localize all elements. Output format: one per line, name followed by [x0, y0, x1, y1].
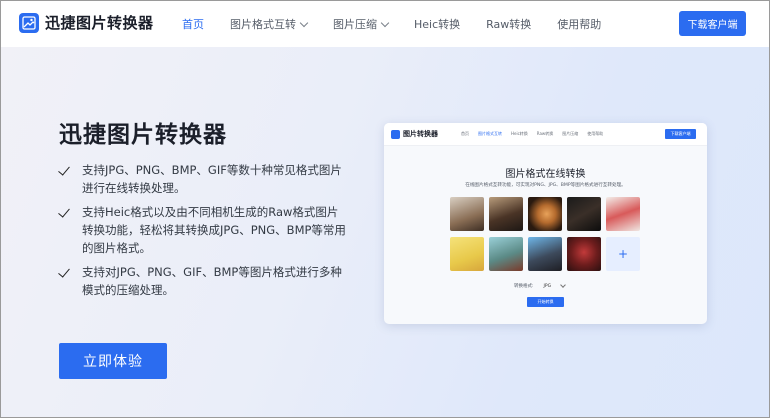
nav-item-home[interactable]: 首页: [182, 16, 204, 32]
feature-text: 支持Heic格式以及由不同相机生成的Raw格式图片转换功能，轻松将其转换成JPG…: [82, 205, 346, 255]
format-label: 转换格式:: [514, 284, 534, 289]
preview-nav-item: 使用帮助: [587, 131, 604, 136]
check-icon: [58, 163, 70, 176]
chevron-down-icon: [299, 18, 309, 27]
preview-logo-icon: [391, 129, 400, 139]
add-image-icon: +: [606, 237, 640, 271]
nav-item-format-convert[interactable]: 图片格式互转: [230, 16, 309, 32]
chevron-down-icon: [560, 282, 566, 288]
photo-thumbnail: [489, 237, 523, 271]
top-header: 迅捷图片转换器 首页 图片格式互转 图片压缩 Heic转换 Raw转换 使用帮助…: [1, 1, 769, 47]
feature-item: 支持对JPG、PNG、GIF、BMP等图片格式进行多种模式的压缩处理。: [58, 263, 349, 299]
preview-format-select: 转换格式: JPG: [514, 282, 566, 289]
photo-thumbnail: [450, 197, 484, 231]
hero-title: 迅捷图片转换器: [59, 122, 227, 148]
preview-logo: 图片转换器: [391, 129, 438, 139]
feature-list: 支持JPG、PNG、BMP、GIF等数十种常见格式图片进行在线转换处理。 支持H…: [58, 161, 349, 305]
photo-thumbnail: [528, 237, 562, 271]
feature-text: 支持对JPG、PNG、GIF、BMP等图片格式进行多种模式的压缩处理。: [82, 265, 342, 297]
nav-label: Raw转换: [486, 18, 532, 31]
nav-item-compress[interactable]: 图片压缩: [333, 16, 390, 32]
try-now-button[interactable]: 立即体验: [59, 343, 167, 379]
preview-download-button: 下载客户端: [665, 129, 696, 139]
preview-nav-item: Raw转换: [536, 131, 554, 136]
preview-nav-item: Heic转换: [511, 131, 528, 136]
check-icon: [58, 265, 70, 278]
photo-thumbnail: [567, 197, 601, 231]
chevron-down-icon: [380, 18, 390, 27]
preview-nav-item: 图片格式互转: [478, 131, 502, 136]
download-client-button[interactable]: 下载客户端: [679, 11, 746, 36]
app-preview-screenshot: 图片转换器 首页 图片格式互转 Heic转换 Raw转换 图片压缩 使用帮助 下…: [384, 123, 707, 324]
logo-text: 迅捷图片转换器: [45, 14, 154, 32]
logo-image-icon: [19, 12, 39, 33]
preview-header: 图片转换器 首页 图片格式互转 Heic转换 Raw转换 图片压缩 使用帮助 下…: [384, 123, 707, 146]
page-frame: 迅捷图片转换器 首页 图片格式互转 图片压缩 Heic转换 Raw转换 使用帮助…: [0, 0, 770, 418]
photo-thumbnail: [528, 197, 562, 231]
preview-subtitle: 在线图片格式互转功能，可实现对PNG、JPG、BMP等图片格式进行互转处理。: [465, 183, 626, 188]
nav-label: 使用帮助: [557, 18, 602, 31]
preview-start-button: 开始转换: [527, 297, 564, 307]
nav-item-help[interactable]: 使用帮助: [557, 16, 601, 32]
preview-nav-item: 首页: [461, 131, 469, 136]
main-nav: 首页 图片格式互转 图片压缩 Heic转换 Raw转换 使用帮助: [182, 16, 627, 32]
nav-label: 图片压缩: [333, 18, 377, 31]
feature-item: 支持Heic格式以及由不同相机生成的Raw格式图片转换功能，轻松将其转换成JPG…: [58, 203, 349, 257]
feature-item: 支持JPG、PNG、BMP、GIF等数十种常见格式图片进行在线转换处理。: [58, 161, 349, 197]
nav-label: 图片格式互转: [230, 18, 296, 31]
photo-thumbnail: [606, 197, 640, 231]
nav-label: Heic转换: [414, 18, 461, 31]
photo-thumbnail: [450, 237, 484, 271]
photo-thumbnail: [489, 197, 523, 231]
nav-item-raw[interactable]: Raw转换: [486, 16, 531, 32]
preview-nav-item: 图片压缩: [562, 131, 579, 136]
hero-section: 迅捷图片转换器 支持JPG、PNG、BMP、GIF等数十种常见格式图片进行在线转…: [1, 47, 769, 417]
photo-thumbnail: [567, 237, 601, 271]
nav-item-heic[interactable]: Heic转换: [414, 16, 460, 32]
site-logo[interactable]: 迅捷图片转换器: [19, 12, 154, 33]
check-icon: [58, 205, 70, 218]
preview-logo-text: 图片转换器: [403, 130, 438, 138]
preview-nav: 首页 图片格式互转 Heic转换 Raw转换 图片压缩 使用帮助: [461, 131, 612, 137]
feature-text: 支持JPG、PNG、BMP、GIF等数十种常见格式图片进行在线转换处理。: [82, 163, 342, 195]
nav-label: 首页: [182, 18, 204, 31]
format-value: JPG: [543, 283, 552, 289]
preview-title: 图片格式在线转换: [505, 169, 586, 180]
